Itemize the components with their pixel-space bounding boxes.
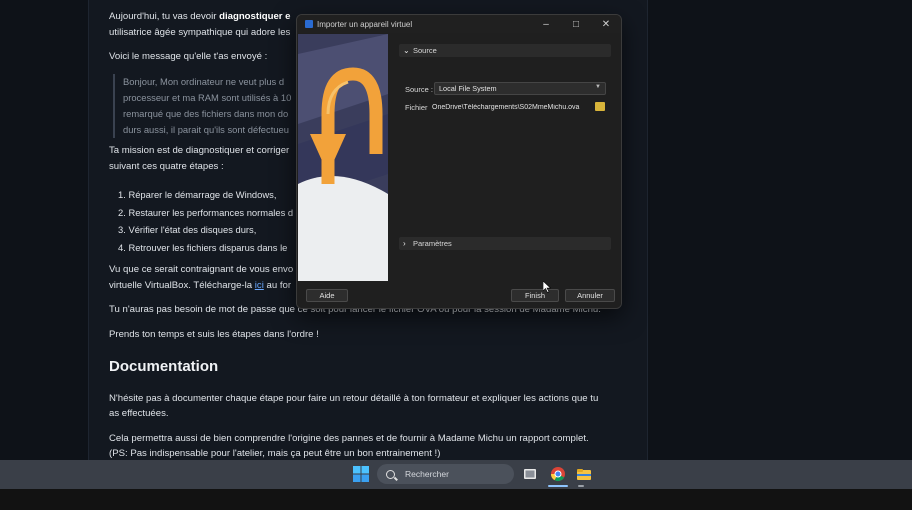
mission-line1: Ta mission est de diagnostiquer et corri… [109, 145, 290, 156]
cancel-button[interactable]: Annuler [565, 289, 615, 302]
import-appliance-dialog: Importer un appareil virtuel – □ ✕ ⌄ Sou… [296, 14, 622, 309]
active-app-indicator [548, 485, 568, 487]
quote-line: processeur et ma RAM sont utilisés à 10 [123, 92, 292, 103]
folder-icon[interactable] [595, 102, 605, 111]
running-app-indicator [578, 485, 584, 487]
vm-text-suffix: au for [263, 280, 292, 291]
vm-line1: Vu que ce serait contraignant de vous en… [109, 264, 294, 275]
dialog-titlebar: Importer un appareil virtuel – □ ✕ [297, 15, 621, 33]
parameters-section-header[interactable]: › Paramètres [399, 237, 611, 250]
doc-line2: as effectuées. [109, 408, 169, 419]
vm-line2: virtuelle VirtualBox. Télécharge-la ici … [109, 280, 291, 291]
intro-paragraph: Aujourd'hui, tu vas devoir diagnostiquer… [109, 11, 291, 22]
vm-text: virtuelle VirtualBox. Télécharge-la [109, 280, 255, 291]
virtualbox-icon [305, 20, 313, 28]
take-time-note: Prends ton temps et suis les étapes dans… [109, 329, 319, 340]
download-link[interactable]: ici [255, 280, 264, 291]
report-line2: (PS: Pas indispensable pour l'atelier, m… [109, 448, 441, 459]
intro-bold: diagnostiquer e [219, 11, 291, 22]
source-section-header[interactable]: ⌄ Source [399, 44, 611, 57]
list-item: 2. Restaurer les performances normales d [118, 206, 294, 218]
chevron-right-icon: › [403, 239, 406, 248]
list-item: 4. Retrouver les fichiers disparus dans … [118, 241, 288, 253]
dialog-title: Importer un appareil virtuel [317, 19, 413, 29]
quote-line: durs aussi, il parait qu'ils sont défect… [123, 124, 289, 135]
message-intro: Voici le message qu'elle t'as envoyé : [109, 51, 268, 62]
doc-line1: N'hésite pas à documenter chaque étape p… [109, 393, 599, 404]
minimize-icon[interactable]: – [531, 15, 561, 33]
help-button[interactable]: Aide [306, 289, 348, 302]
dialog-footer: Aide Finish Annuler [297, 281, 621, 308]
mission-line2: suivant ces quatre étapes : [109, 161, 224, 172]
windows-start-icon[interactable] [353, 466, 369, 482]
task-view-icon[interactable] [522, 466, 538, 482]
file-explorer-icon[interactable] [576, 466, 592, 482]
search-icon [386, 469, 395, 479]
list-item: 1. Réparer le démarrage de Windows, [118, 189, 277, 200]
left-background [0, 0, 88, 460]
file-path-field[interactable] [430, 101, 590, 113]
source-label: Source : [405, 85, 433, 94]
right-background [648, 0, 912, 460]
wizard-content: ⌄ Source Source : Local File System ▼ Fi… [394, 34, 621, 282]
file-label: Fichier : [405, 103, 432, 112]
report-line1: Cela permettra aussi de bien comprendre … [109, 433, 589, 444]
mouse-cursor-icon [543, 281, 551, 293]
step-text: Restaurer les performances normales d [128, 206, 294, 218]
source-section-label: Source [413, 46, 437, 55]
intro-line2: utilisatrice âgée sympathique qui adore … [109, 27, 291, 38]
quote-line: remarqué que des fichiers dans mon do [123, 108, 289, 119]
source-select-value: Local File System [439, 84, 497, 93]
quote-line: Bonjour, Mon ordinateur ne veut plus d [123, 76, 285, 87]
maximize-icon[interactable]: □ [561, 15, 591, 33]
step-text: Réparer le démarrage de Windows, [128, 189, 277, 200]
step-text: Vérifier l'état des disques durs, [128, 224, 257, 235]
close-icon[interactable]: ✕ [591, 15, 621, 33]
documentation-heading: Documentation [109, 358, 219, 375]
intro-text: Aujourd'hui, tu vas devoir [109, 11, 220, 22]
bottom-background [0, 489, 912, 510]
search-placeholder: Rechercher [405, 469, 449, 479]
step-text: Retrouver les fichiers disparus dans le [128, 241, 288, 253]
taskbar-search-box[interactable]: Rechercher [377, 464, 514, 484]
dropdown-arrow-icon: ▼ [595, 84, 601, 90]
user-message-quote: Bonjour, Mon ordinateur ne veut plus d p… [113, 74, 303, 138]
chrome-icon[interactable] [550, 466, 566, 482]
steps-list: 1. Réparer le démarrage de Windows, 2. R… [118, 186, 293, 256]
finish-button[interactable]: Finish [511, 289, 559, 302]
chevron-down-icon: ⌄ [403, 46, 410, 55]
parameters-section-label: Paramètres [413, 239, 452, 248]
source-select[interactable]: Local File System ▼ [434, 82, 606, 95]
wizard-illustration [298, 34, 388, 282]
list-item: 3. Vérifier l'état des disques durs, [118, 224, 257, 235]
